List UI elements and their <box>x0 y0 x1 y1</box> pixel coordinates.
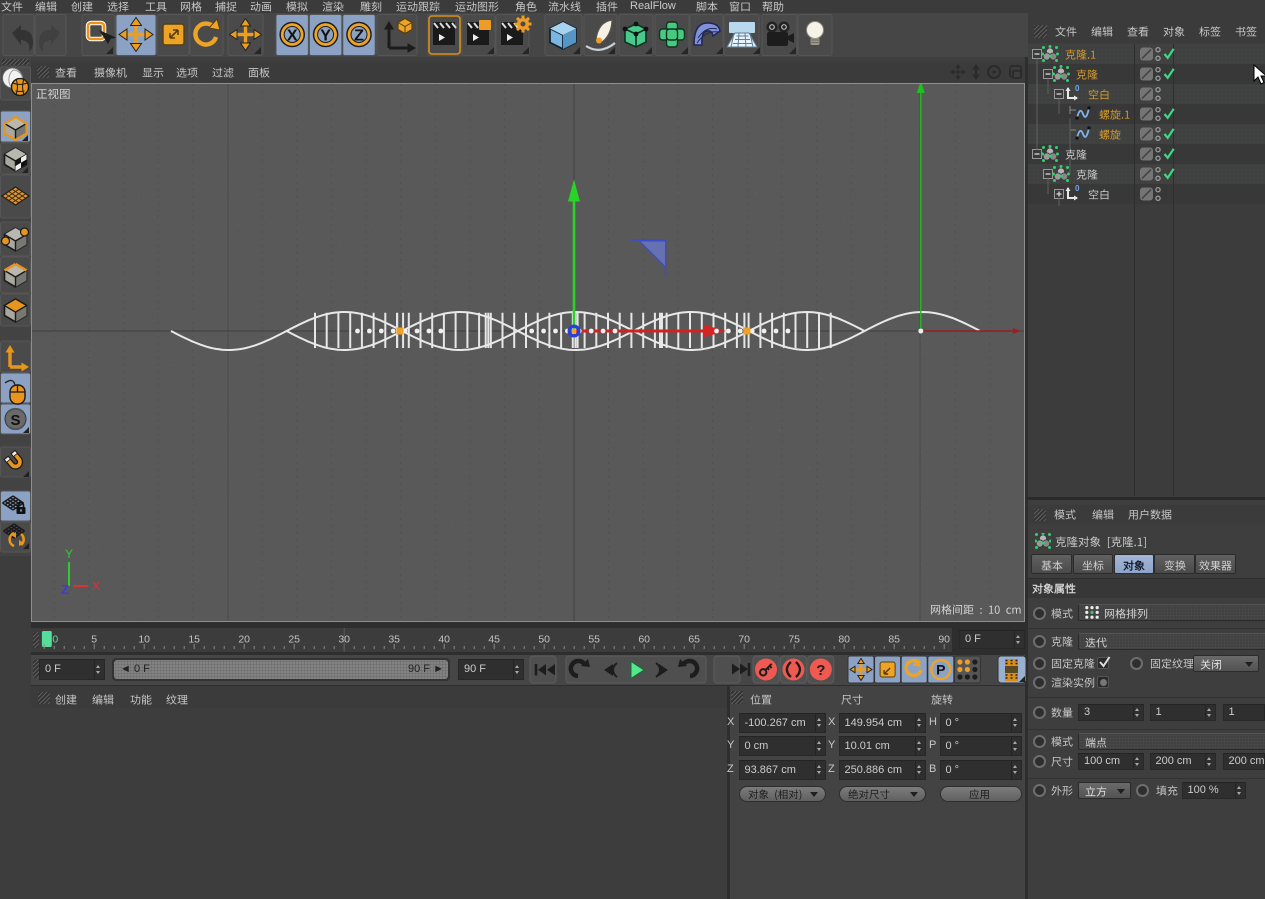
svg-text:5: 5 <box>91 634 97 646</box>
svg-text:55: 55 <box>588 634 600 646</box>
svg-text:40: 40 <box>438 634 450 646</box>
svg-text:Y: Y <box>65 547 73 561</box>
svg-text:15: 15 <box>188 634 200 646</box>
svg-text:85: 85 <box>888 634 900 646</box>
svg-text:?: ? <box>816 662 825 679</box>
svg-text:20: 20 <box>238 634 250 646</box>
svg-text:75: 75 <box>788 634 800 646</box>
svg-text:S: S <box>10 412 20 429</box>
svg-text:45: 45 <box>488 634 500 646</box>
svg-text:60: 60 <box>638 634 650 646</box>
svg-text:0: 0 <box>1075 184 1080 193</box>
svg-text:25: 25 <box>288 634 300 646</box>
svg-text:80: 80 <box>838 634 850 646</box>
svg-text:90: 90 <box>938 634 950 646</box>
svg-text:70: 70 <box>738 634 750 646</box>
svg-text:50: 50 <box>538 634 550 646</box>
svg-text:35: 35 <box>388 634 400 646</box>
svg-text:65: 65 <box>688 634 700 646</box>
svg-text:0: 0 <box>52 634 58 646</box>
svg-text:0: 0 <box>1075 84 1080 93</box>
svg-text:Z: Z <box>61 582 69 597</box>
svg-text:30: 30 <box>338 634 350 646</box>
svg-text:Y: Y <box>320 28 331 45</box>
svg-text:X: X <box>92 579 100 593</box>
svg-text:X: X <box>287 28 298 45</box>
svg-text:P: P <box>936 662 945 678</box>
svg-text:Z: Z <box>354 28 364 45</box>
svg-text:10: 10 <box>138 634 150 646</box>
